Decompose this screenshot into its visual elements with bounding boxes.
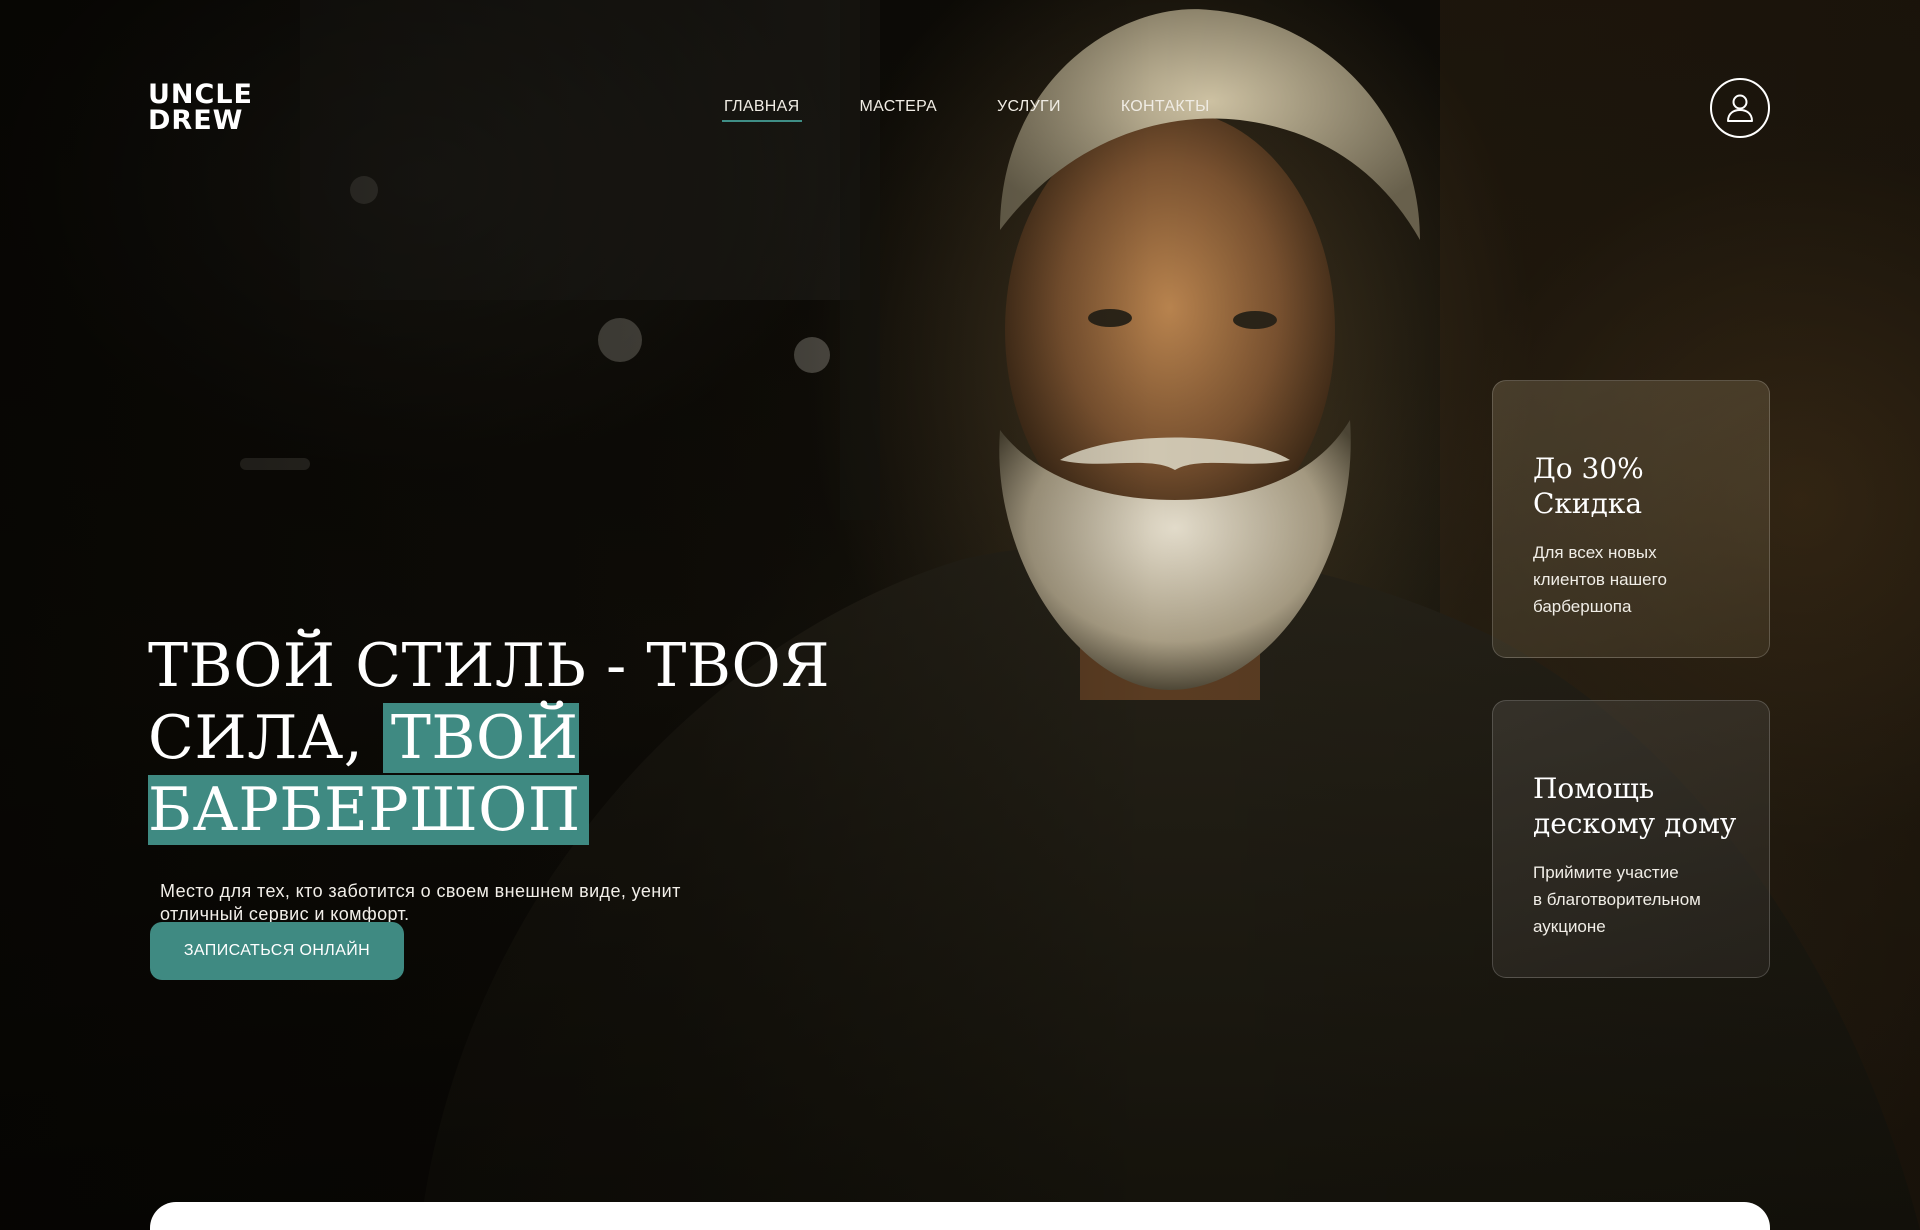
book-online-button[interactable]: ЗАПИСАТЬСЯ ОНЛАЙН: [150, 922, 404, 980]
promo-card-title-line-2: Скидка: [1533, 487, 1643, 520]
promo-card-discount[interactable]: До 30% Скидка Для всех новых клиентов на…: [1492, 380, 1770, 658]
promo-card-text: Для всех новых клиентов нашего барбершоп…: [1533, 539, 1739, 620]
promo-card-text-line-3: аукционе: [1533, 917, 1606, 936]
profile-button[interactable]: [1710, 78, 1770, 138]
brand-logo[interactable]: UNCLE DREW: [148, 81, 258, 136]
promo-card-charity[interactable]: Помощь дескому дому Приймите участие в б…: [1492, 700, 1770, 978]
promo-card-title-line-2: дескому дому: [1533, 807, 1737, 840]
logo-line-2: DREW: [148, 105, 244, 136]
nav-item-contacts[interactable]: КОНТАКТЫ: [1121, 98, 1210, 122]
hero-title-line-1: ТВОЙ СТИЛЬ - ТВОЯ: [148, 631, 831, 701]
promo-card-text-line-2: в благотворительном: [1533, 890, 1701, 909]
hero-subtitle: Место для тех, кто заботится о своем вне…: [160, 881, 681, 924]
promo-card-title: Помощь дескому дому: [1533, 771, 1739, 841]
next-section-panel: [150, 1202, 1770, 1230]
page: UNCLE DREW ГЛАВНАЯ МАСТЕРА УСЛУГИ КОНТАК…: [0, 0, 1920, 1230]
promo-card-text-line-2: клиентов нашего: [1533, 570, 1667, 589]
main-nav: ГЛАВНАЯ МАСТЕРА УСЛУГИ КОНТАКТЫ: [722, 98, 1270, 122]
promo-card-title-line-1: До 30%: [1533, 452, 1644, 485]
promo-card-title-line-1: Помощь: [1533, 772, 1655, 805]
user-icon: [1727, 94, 1753, 122]
nav-item-home[interactable]: ГЛАВНАЯ: [722, 98, 801, 122]
promo-card-text: Приймите участие в благотворительном аук…: [1533, 859, 1739, 940]
hero-section: ТВОЙ СТИЛЬ - ТВОЯ СИЛА, ТВОЙ БАРБЕРШОП М…: [148, 630, 948, 980]
promo-card-text-line-3: барбершопа: [1533, 597, 1632, 616]
promo-card-text-line-1: Для всех новых: [1533, 543, 1657, 562]
nav-item-masters[interactable]: МАСТЕРА: [860, 98, 938, 122]
promo-card-title: До 30% Скидка: [1533, 451, 1739, 521]
hero-title-line-2: СИЛА,: [148, 703, 383, 773]
site-header: UNCLE DREW ГЛАВНАЯ МАСТЕРА УСЛУГИ КОНТАК…: [148, 78, 1770, 140]
hero-title: ТВОЙ СТИЛЬ - ТВОЯ СИЛА, ТВОЙ БАРБЕРШОП: [148, 630, 948, 846]
nav-item-services[interactable]: УСЛУГИ: [997, 98, 1061, 122]
promo-card-text-line-1: Приймите участие: [1533, 863, 1679, 882]
